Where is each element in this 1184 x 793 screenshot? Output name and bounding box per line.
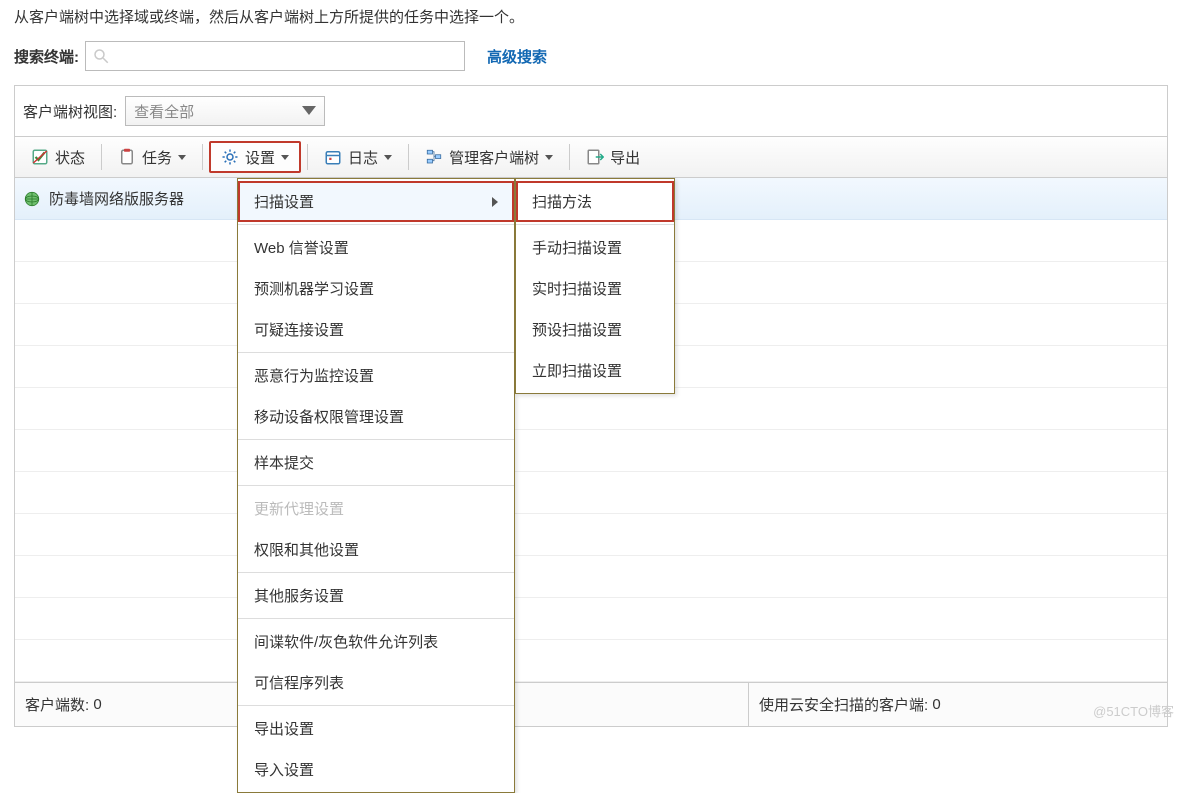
- log-button[interactable]: 日志: [314, 141, 402, 173]
- menu-item-label: 手动扫描设置: [532, 237, 622, 258]
- chevron-down-icon: [302, 106, 316, 116]
- scan-submenu-item[interactable]: 扫描方法: [516, 181, 674, 222]
- menu-item-label: 扫描设置: [254, 191, 314, 212]
- client-count-label: 客户端数:: [25, 694, 89, 715]
- chevron-down-icon: [384, 155, 392, 160]
- menu-separator: [238, 572, 514, 573]
- menu-item-label: 样本提交: [254, 452, 314, 473]
- separator: [408, 144, 409, 170]
- settings-menu-item[interactable]: 可疑连接设置: [238, 309, 514, 350]
- search-icon: [92, 47, 110, 65]
- menu-separator: [238, 352, 514, 353]
- advanced-search-link[interactable]: 高级搜索: [487, 46, 547, 67]
- gear-icon: [221, 148, 239, 166]
- calendar-icon: [324, 148, 342, 166]
- chevron-down-icon: [281, 155, 289, 160]
- menu-item-label: 实时扫描设置: [532, 278, 622, 299]
- menu-item-label: 可疑连接设置: [254, 319, 344, 340]
- manage-tree-button[interactable]: 管理客户端树: [415, 141, 563, 173]
- manage-tree-label: 管理客户端树: [449, 147, 539, 168]
- globe-icon: [23, 190, 41, 208]
- settings-menu-item[interactable]: Web 信誉设置: [238, 227, 514, 268]
- view-row: 客户端树视图: 查看全部: [15, 86, 1167, 136]
- export-button[interactable]: 导出: [576, 141, 650, 173]
- task-label: 任务: [142, 147, 172, 168]
- scan-submenu-item[interactable]: 实时扫描设置: [516, 268, 674, 309]
- view-select[interactable]: 查看全部: [125, 96, 325, 126]
- menu-separator: [516, 224, 674, 225]
- settings-menu-item[interactable]: 移动设备权限管理设置: [238, 396, 514, 437]
- menu-separator: [238, 439, 514, 440]
- menu-item-label: 移动设备权限管理设置: [254, 406, 404, 427]
- chevron-right-icon: [492, 197, 498, 207]
- menu-item-label: 预测机器学习设置: [254, 278, 374, 299]
- client-tree-panel: 客户端树视图: 查看全部 状态 任务 设置 日志: [14, 85, 1168, 727]
- menu-item-label: 导入设置: [254, 759, 314, 780]
- settings-menu-item: 更新代理设置: [238, 488, 514, 529]
- tree-icon: [425, 148, 443, 166]
- menu-item-label: Web 信誉设置: [254, 237, 349, 258]
- menu-item-label: 立即扫描设置: [532, 360, 622, 381]
- menu-item-label: 可信程序列表: [254, 672, 344, 693]
- separator: [569, 144, 570, 170]
- chevron-down-icon: [545, 155, 553, 160]
- settings-label: 设置: [245, 147, 275, 168]
- view-select-value: 查看全部: [134, 101, 194, 122]
- scan-submenu: 扫描方法手动扫描设置实时扫描设置预设扫描设置立即扫描设置: [515, 178, 675, 394]
- view-label: 客户端树视图:: [23, 101, 117, 122]
- settings-menu-item[interactable]: 可信程序列表: [238, 662, 514, 703]
- settings-menu-item[interactable]: 导出设置: [238, 708, 514, 749]
- settings-menu-item[interactable]: 权限和其他设置: [238, 529, 514, 570]
- status-label: 状态: [55, 147, 85, 168]
- settings-menu-item[interactable]: 预测机器学习设置: [238, 268, 514, 309]
- cloud-scan-label: 使用云安全扫描的客户端:: [759, 694, 928, 715]
- menu-separator: [238, 224, 514, 225]
- menu-item-label: 预设扫描设置: [532, 319, 622, 340]
- task-button[interactable]: 任务: [108, 141, 196, 173]
- client-count-value: 0: [93, 696, 101, 713]
- export-icon: [586, 148, 604, 166]
- menu-item-label: 导出设置: [254, 718, 314, 739]
- settings-menu-item[interactable]: 样本提交: [238, 442, 514, 483]
- cloud-scan-value: 0: [932, 696, 940, 713]
- settings-button[interactable]: 设置: [209, 141, 301, 173]
- menu-item-label: 其他服务设置: [254, 585, 344, 606]
- chevron-down-icon: [178, 155, 186, 160]
- settings-menu: 扫描设置 Web 信誉设置预测机器学习设置可疑连接设置恶意行为监控设置移动设备权限…: [237, 178, 515, 793]
- menu-item-label: 扫描方法: [532, 191, 592, 212]
- menu-item-label: 间谍软件/灰色软件允许列表: [254, 631, 438, 652]
- settings-menu-item[interactable]: 间谍软件/灰色软件允许列表: [238, 621, 514, 662]
- menu-separator: [238, 705, 514, 706]
- search-box[interactable]: [85, 41, 465, 71]
- tree-root-label: 防毒墙网络版服务器: [49, 188, 184, 209]
- export-label: 导出: [610, 147, 640, 168]
- search-input[interactable]: [110, 43, 464, 69]
- search-label: 搜索终端:: [14, 46, 79, 67]
- status-icon: [31, 148, 49, 166]
- settings-menu-item[interactable]: 扫描设置: [238, 181, 514, 222]
- menu-item-label: 更新代理设置: [254, 498, 344, 519]
- menu-separator: [238, 485, 514, 486]
- scan-submenu-item[interactable]: 手动扫描设置: [516, 227, 674, 268]
- status-button[interactable]: 状态: [21, 141, 95, 173]
- scan-submenu-item[interactable]: 立即扫描设置: [516, 350, 674, 391]
- settings-menu-item[interactable]: 恶意行为监控设置: [238, 355, 514, 396]
- separator: [307, 144, 308, 170]
- scan-submenu-item[interactable]: 预设扫描设置: [516, 309, 674, 350]
- log-label: 日志: [348, 147, 378, 168]
- settings-menu-item[interactable]: 导入设置: [238, 749, 514, 790]
- menu-item-label: 权限和其他设置: [254, 539, 359, 560]
- search-row: 搜索终端: 高级搜索: [0, 41, 1184, 85]
- toolbar: 状态 任务 设置 日志 管理客户端树 导出: [15, 136, 1167, 178]
- menu-separator: [238, 618, 514, 619]
- clipboard-icon: [118, 148, 136, 166]
- menu-item-label: 恶意行为监控设置: [254, 365, 374, 386]
- status-bar: 客户端数: 0 使用云安全扫描的客户端: 0: [15, 682, 1167, 726]
- separator: [202, 144, 203, 170]
- separator: [101, 144, 102, 170]
- watermark: @51CTO博客: [1093, 701, 1174, 720]
- settings-menu-item[interactable]: 其他服务设置: [238, 575, 514, 616]
- intro-text: 从客户端树中选择域或终端，然后从客户端树上方所提供的任务中选择一个。: [0, 0, 1184, 41]
- tree-area: 防毒墙网络版服务器 扫描设置 Web 信誉设置预测机器学习设置可疑连接设置恶意行为…: [15, 178, 1167, 682]
